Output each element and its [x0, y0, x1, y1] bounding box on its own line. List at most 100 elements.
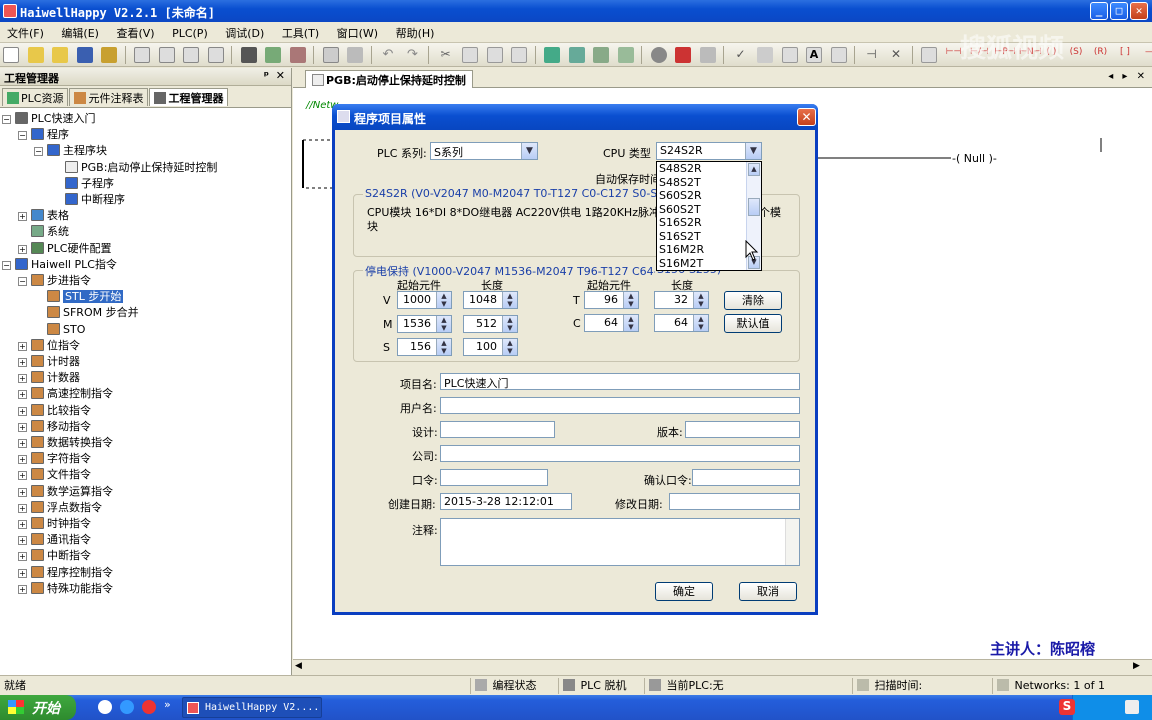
expand-icon[interactable]: + [18, 520, 27, 529]
company-input[interactable] [440, 445, 800, 462]
notes-textarea[interactable] [440, 518, 800, 566]
tree-math[interactable]: + 数学运算指令 [18, 484, 113, 500]
scroll-left-icon[interactable]: ◀ [295, 661, 302, 671]
spin-arrows-icon[interactable]: ▲ ▼ [502, 316, 517, 332]
spin-arrows-icon[interactable]: ▲ ▼ [693, 315, 708, 331]
quicklaunch-more[interactable]: » [164, 698, 171, 711]
pin-icon[interactable]: ᵖ [264, 69, 269, 82]
retain-t-len-stepper[interactable]: 32 ▲ ▼ [654, 291, 709, 309]
network-comment-icon[interactable] [617, 47, 634, 63]
quicklaunch-app-icon[interactable] [142, 700, 156, 714]
function-block-icon[interactable]: [ ] [1117, 47, 1133, 63]
maximize-button[interactable]: □ [1110, 2, 1128, 20]
expand-icon[interactable]: + [18, 584, 27, 594]
compile-icon[interactable] [265, 47, 281, 63]
contact-no-icon[interactable]: ⊣ [864, 47, 880, 63]
coil-icon[interactable] [921, 47, 937, 63]
monitor-icon[interactable] [650, 47, 667, 63]
menu-edit[interactable]: 编辑(E) [54, 22, 106, 44]
retain-t-start-stepper[interactable]: 96 ▲ ▼ [584, 291, 639, 309]
notes-scrollbar[interactable] [785, 519, 799, 565]
print-icon[interactable] [158, 47, 175, 63]
menu-file[interactable]: 文件(F) [0, 22, 51, 44]
set-coil-icon[interactable]: (S) [1068, 47, 1084, 63]
minimize-button[interactable]: _ [1090, 2, 1108, 20]
tab-project-manager[interactable]: 工程管理器 [149, 88, 229, 106]
properties-icon[interactable] [322, 47, 339, 63]
paste-icon[interactable] [486, 47, 503, 63]
modified-date-input[interactable] [669, 493, 800, 510]
tree-haiwell-instructions[interactable]: − Haiwell PLC指令 [2, 257, 117, 273]
tree-interrupt-instr[interactable]: + 中断指令 [18, 548, 91, 564]
tree-hardware-config[interactable]: + PLC硬件配置 [18, 241, 111, 257]
collapse-icon[interactable]: − [2, 115, 11, 124]
ladder-icon[interactable] [699, 47, 716, 63]
tree-sfrom[interactable]: SFROM 步合并 [34, 305, 139, 321]
tree-data-convert[interactable]: + 数据转换指令 [18, 435, 113, 451]
text-icon[interactable]: A [806, 47, 822, 63]
project-name-input[interactable]: PLC快速入门 [440, 373, 800, 390]
insert-network-icon[interactable] [568, 47, 585, 63]
spin-arrows-icon[interactable]: ▲ ▼ [623, 292, 638, 308]
tree-bit-instructions[interactable]: + 位指令 [18, 338, 80, 354]
confirm-password-input[interactable] [692, 469, 800, 486]
cancel-button[interactable]: 取消 [739, 582, 797, 601]
network-icon[interactable] [544, 47, 560, 63]
export-icon[interactable] [207, 47, 224, 63]
tree-main-block[interactable]: − 主程序块 [34, 143, 107, 159]
menu-help[interactable]: 帮助(H) [389, 22, 442, 44]
expand-icon[interactable]: + [18, 552, 27, 562]
tree-special-function[interactable]: + 特殊功能指令 [18, 581, 113, 597]
cpu-type-select[interactable]: S24S2R ▼ [656, 142, 762, 160]
expand-icon[interactable]: + [18, 455, 27, 465]
menu-debug[interactable]: 调试(D) [218, 22, 271, 44]
new-file-icon[interactable] [3, 47, 19, 63]
undo-icon[interactable]: ↶ [380, 47, 396, 63]
tree-move[interactable]: + 移动指令 [18, 419, 91, 435]
designer-input[interactable] [440, 421, 555, 438]
tree-system[interactable]: 系统 [18, 224, 69, 240]
redo-icon[interactable]: ↷ [405, 47, 421, 63]
default-value-button[interactable]: 默认值 [724, 314, 782, 333]
tree-file[interactable]: + 文件指令 [18, 467, 91, 483]
retain-m-len-stepper[interactable]: 512 ▲ ▼ [463, 315, 518, 333]
tree-high-speed[interactable]: + 高速控制指令 [18, 386, 113, 402]
ok-button[interactable]: 确定 [655, 582, 713, 601]
plc-icon[interactable] [289, 47, 306, 63]
delete-icon[interactable] [511, 47, 527, 63]
scroll-up-icon[interactable]: ▲ [748, 163, 760, 176]
tree-char[interactable]: + 字符指令 [18, 451, 91, 467]
tab-program-block[interactable]: PGB:启动停止保持延时控制 [305, 70, 473, 88]
close-button[interactable]: ✕ [1130, 2, 1148, 20]
tab-plc-resources[interactable]: PLC资源 [2, 88, 69, 106]
expand-icon[interactable]: + [18, 244, 27, 254]
collapse-icon[interactable]: − [18, 277, 27, 286]
retain-s-start-stepper[interactable]: 156 ▲ ▼ [397, 338, 452, 356]
tree-compare[interactable]: + 比较指令 [18, 403, 91, 419]
tree-pgb-block[interactable]: PGB:启动停止保持延时控制 [52, 160, 217, 176]
print-preview-icon[interactable] [134, 47, 150, 63]
spin-arrows-icon[interactable]: ▲ ▼ [623, 315, 638, 331]
retain-c-len-stepper[interactable]: 64 ▲ ▼ [654, 314, 709, 332]
retain-v-start-stepper[interactable]: 1000 ▲ ▼ [397, 291, 452, 309]
menu-plc[interactable]: PLC(P) [165, 24, 215, 43]
tree-step-instructions[interactable]: − 步进指令 [18, 273, 91, 289]
collapse-icon[interactable]: − [34, 147, 43, 157]
retain-s-len-stepper[interactable]: 100 ▲ ▼ [463, 338, 518, 356]
page-setup-icon[interactable] [183, 47, 199, 63]
tree-counters[interactable]: + 计数器 [18, 370, 80, 386]
spin-arrows-icon[interactable]: ▲ ▼ [693, 292, 708, 308]
spin-arrows-icon[interactable]: ▲ ▼ [502, 339, 517, 355]
spin-arrows-icon[interactable]: ▲ ▼ [436, 339, 451, 355]
expand-icon[interactable]: + [18, 487, 27, 497]
expand-icon[interactable]: + [18, 503, 27, 513]
tree-interrupt[interactable]: 中断程序 [52, 192, 125, 208]
menu-view[interactable]: 查看(V) [109, 22, 161, 44]
horizontal-scrollbar[interactable]: ◀ ▶ [293, 659, 1152, 675]
tree-subroutine[interactable]: 子程序 [52, 176, 114, 192]
spin-arrows-icon[interactable]: ▲ ▼ [436, 316, 451, 332]
cut-icon[interactable]: ✂ [438, 47, 454, 63]
tree-program[interactable]: − 程序 [18, 127, 69, 143]
tree-float[interactable]: + 浮点数指令 [18, 500, 102, 516]
retain-c-start-stepper[interactable]: 64 ▲ ▼ [584, 314, 639, 332]
